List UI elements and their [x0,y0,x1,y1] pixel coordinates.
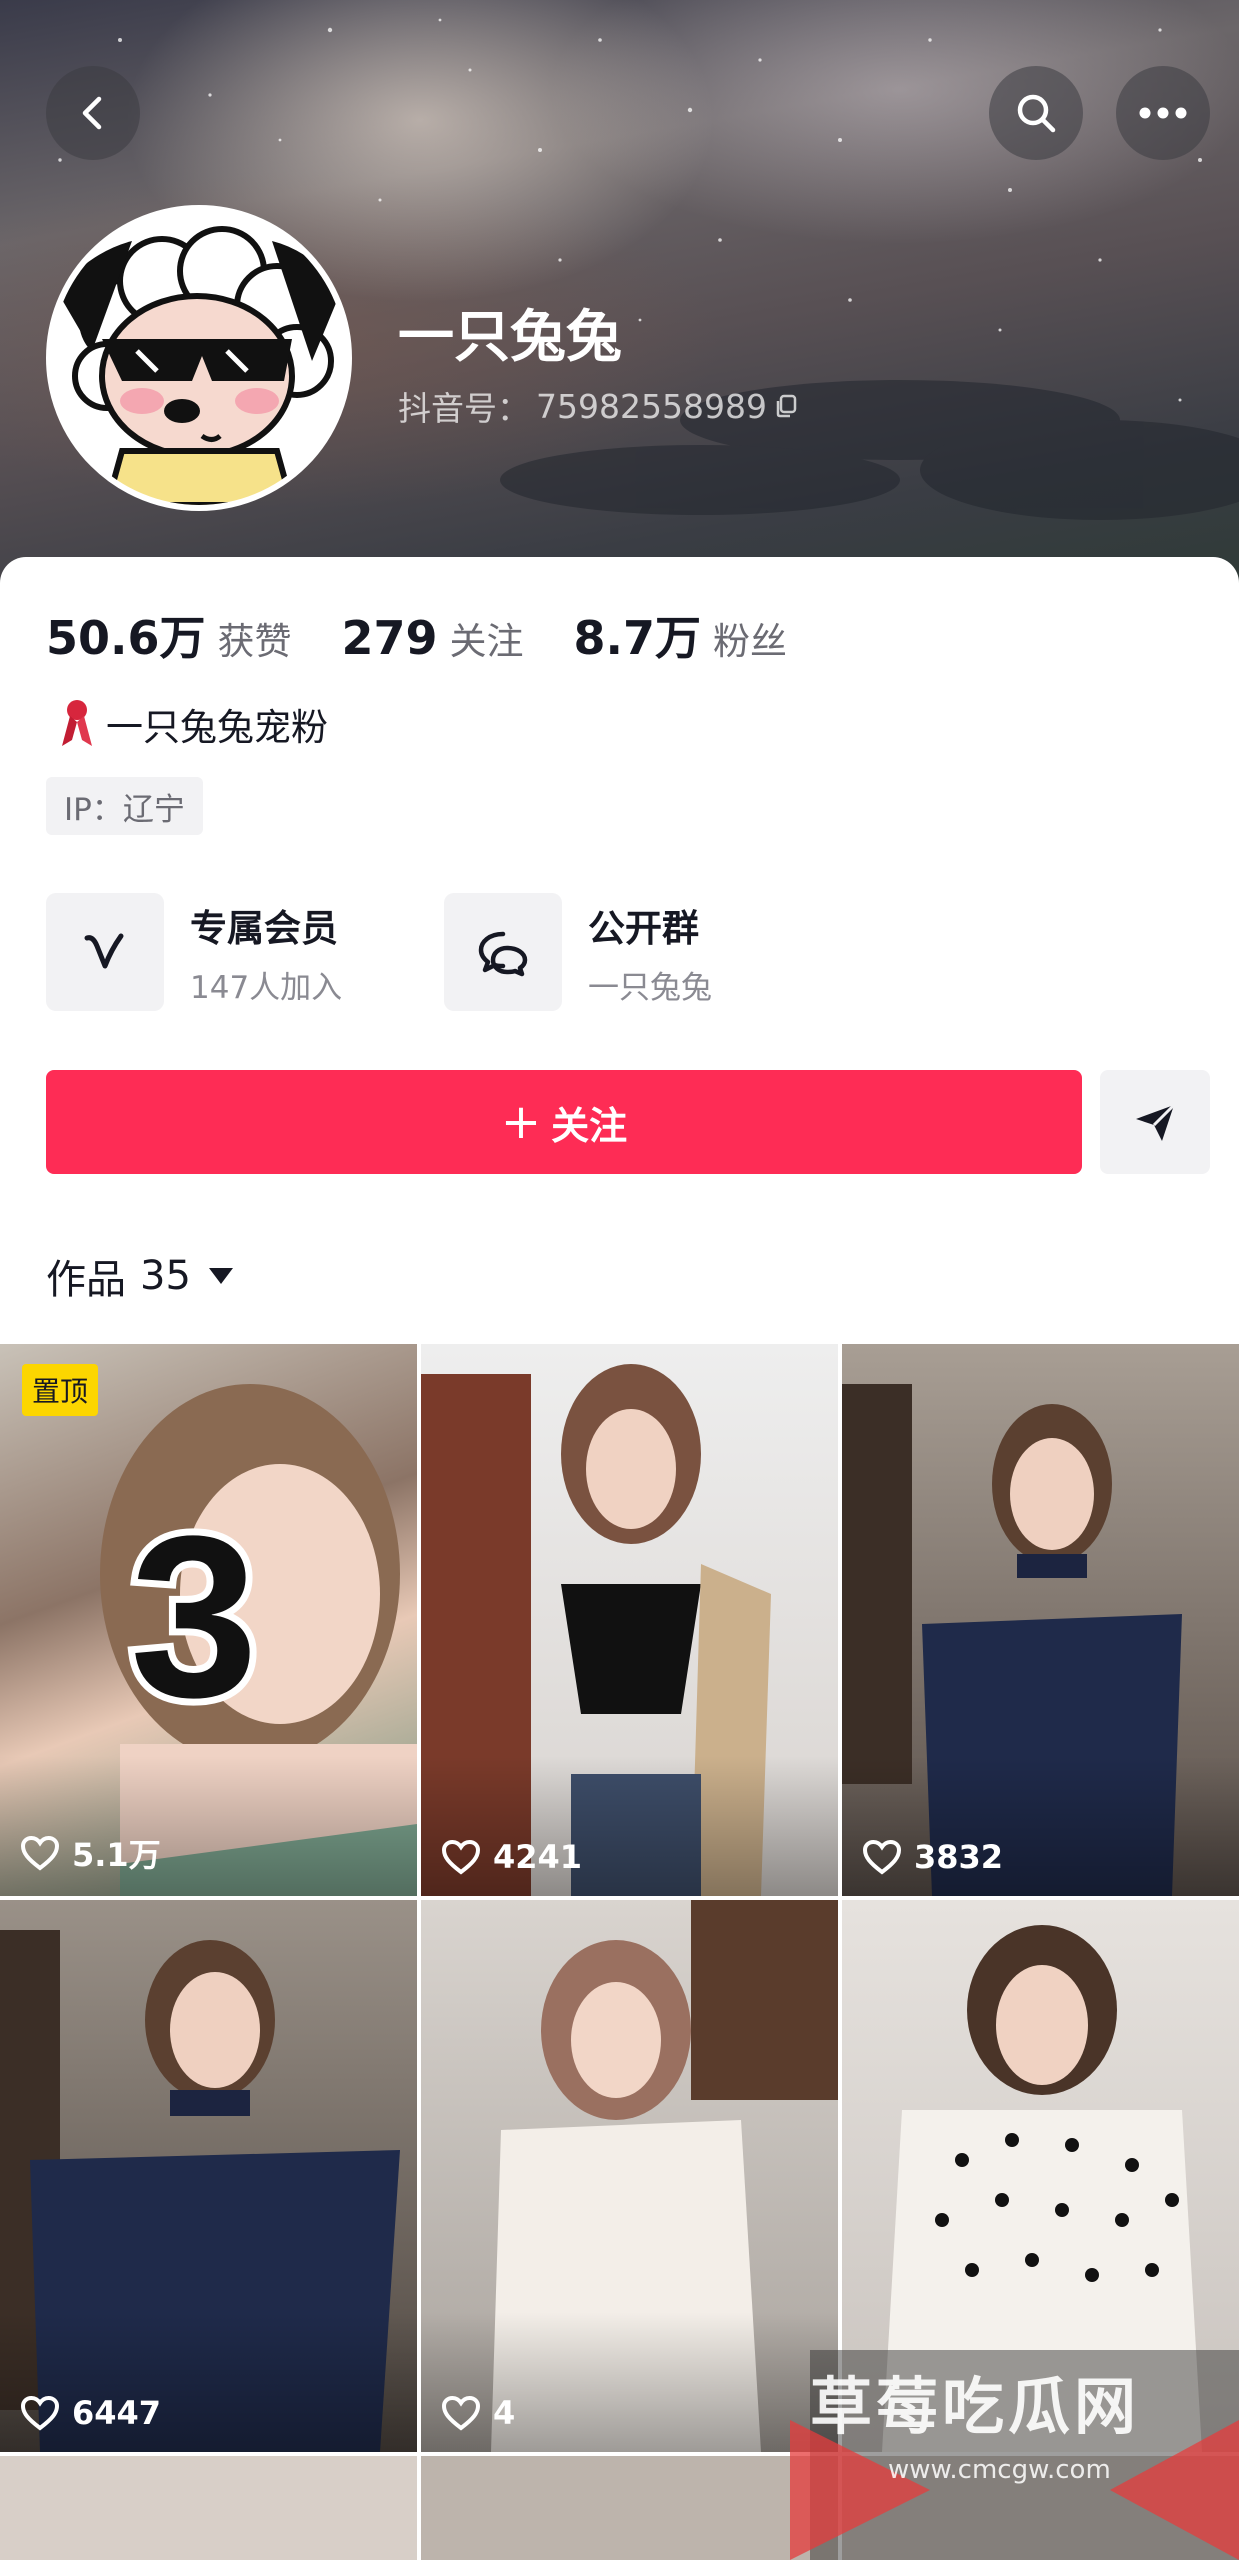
pinned-badge: 置顶 [22,1364,99,1416]
likes-count: 4 [493,2394,516,2432]
works-label: 作品 [46,1257,126,1303]
stat-value: 279 [341,611,438,665]
douyin-id-value: 75982558989 [536,386,767,426]
video-likes: 5.1万 [20,1830,161,1876]
video-thumbnail[interactable] [0,2456,417,2560]
likes-count: 4241 [493,1838,583,1876]
search-button[interactable] [989,66,1083,160]
stat-label: 获赞 [217,620,292,663]
follow-label: 关注 [551,1103,628,1148]
likes-count: 6447 [72,2394,162,2432]
profile-nickname: 一只兔兔 [398,305,622,370]
video-likes: 3832 [862,1838,1003,1876]
stat-followers[interactable]: 8.7万 粉丝 [574,602,788,668]
video-thumbnail[interactable]: 4241 [421,1344,838,1896]
heart-outline-icon [862,1839,902,1875]
copy-icon[interactable] [773,393,799,419]
works-count: 35 [140,1253,191,1299]
video-thumbnail[interactable]: 6447 [0,1900,417,2452]
feature-subtitle: 一只兔兔 [588,969,712,1006]
avatar[interactable] [46,205,352,511]
v-member-icon [84,933,124,969]
search-icon [1017,94,1056,133]
plus-icon: + [500,1094,542,1150]
red-ribbon-icon [62,700,92,746]
watermark-url: www.cmcgw.com [888,2455,1111,2485]
feature-title: 公开群 [588,906,699,950]
video-thumbnail[interactable]: 置顶 3 5.1万 [0,1344,417,1896]
send-message-button[interactable] [1100,1070,1210,1174]
exclusive-member-entry[interactable]: 专属会员 147人加入 [46,893,342,1011]
likes-count: 5.1万 [72,1836,161,1874]
heart-outline-icon [20,1835,60,1871]
works-tab[interactable]: 作品 35 [46,1247,233,1305]
stat-value: 50.6万 [46,611,206,665]
follow-button[interactable]: + 关注 [46,1070,1082,1174]
fan-group-link[interactable]: 一只兔兔宠粉 [56,697,328,751]
chevron-left-icon [82,96,102,130]
member-icon-box [46,893,164,1011]
video-likes: 4241 [441,1838,582,1876]
video-likes: 6447 [20,2394,161,2432]
avatar-cartoon-sheep-image [52,211,346,505]
heart-outline-icon [20,2395,60,2431]
watermark-title: 草莓吃瓜网 [810,2370,1141,2443]
stat-label: 关注 [449,620,524,663]
public-group-entry[interactable]: 公开群 一只兔兔 [444,893,712,1011]
heart-outline-icon [441,1839,481,1875]
more-dots-icon [1139,107,1187,119]
stat-following[interactable]: 279 关注 [342,611,524,665]
ip-location-tag: IP：辽宁 [46,777,203,835]
stats-row: 50.6万 获赞 279 关注 8.7万 粉丝 [46,602,837,668]
fan-group-label: 一只兔兔宠粉 [106,706,328,749]
group-icon-box [444,893,562,1011]
feature-subtitle: 147人加入 [190,969,343,1006]
group-chat-icon [478,931,528,977]
video-thumbnail[interactable] [421,2456,838,2560]
back-button[interactable] [46,66,140,160]
stat-likes: 50.6万 获赞 [46,602,292,668]
paper-plane-icon [1136,1103,1176,1141]
stat-value: 8.7万 [573,611,702,665]
likes-count: 3832 [914,1838,1004,1876]
more-button[interactable] [1116,66,1210,160]
caret-down-icon [208,1268,233,1284]
stat-label: 粉丝 [713,620,788,663]
heart-outline-icon [441,2395,481,2431]
douyin-id-row[interactable]: 抖音号： 75982558989 [398,382,799,430]
douyin-id-label: 抖音号： [398,389,530,428]
video-likes: 4 [441,2394,515,2432]
feature-title: 专属会员 [190,906,338,950]
thumbnail-overlay-text: 3 [123,1481,265,1752]
video-thumbnail[interactable]: 4 [421,1900,838,2452]
video-thumbnail[interactable]: 3832 [842,1344,1239,1896]
